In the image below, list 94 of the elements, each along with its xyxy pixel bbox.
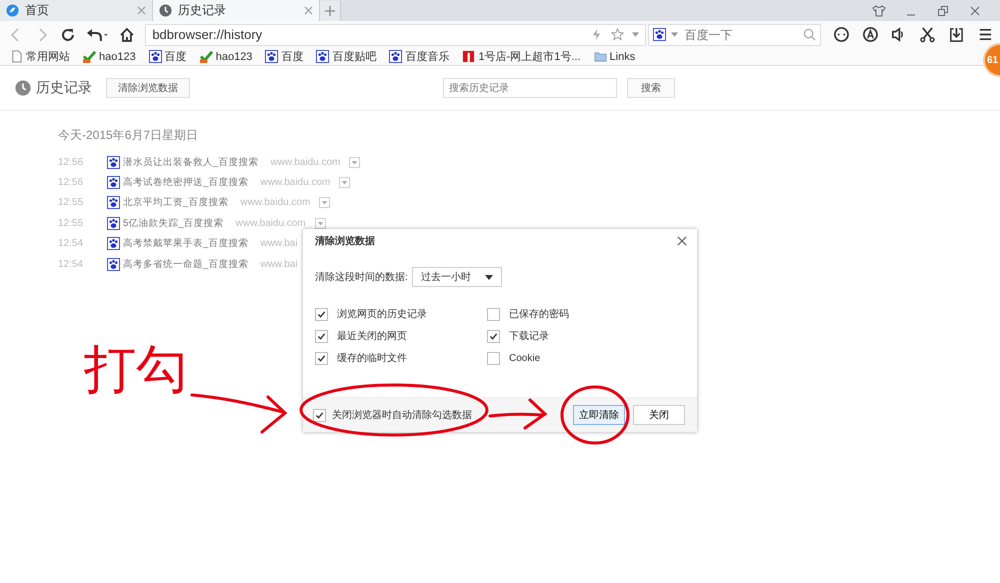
caret-icon[interactable]	[632, 32, 639, 37]
option-label: 关闭浏览器时自动清除勾选数据	[332, 408, 472, 422]
paw-icon	[107, 176, 120, 190]
bookmark-item[interactable]: 1号店-网上超市1号...	[462, 49, 581, 64]
browser-tab[interactable]: 首页	[0, 0, 153, 21]
home-icon[interactable]	[119, 26, 136, 42]
visit-time: 12:56	[58, 156, 84, 168]
scissors-icon[interactable]	[919, 26, 936, 43]
checkmark-logo-icon	[200, 50, 213, 63]
history-link[interactable]: 北京平均工资_百度搜索	[123, 196, 228, 210]
option-label: 下载记录	[509, 330, 549, 343]
search-icon[interactable]	[802, 28, 816, 41]
paw-icon	[107, 196, 120, 210]
visit-time: 12:56	[58, 177, 84, 188]
close-icon[interactable]	[677, 236, 687, 246]
visit-time: 12:54	[58, 258, 84, 270]
history-search-field[interactable]: 搜索历史记录	[443, 78, 617, 98]
date-heading: 今天-2015年6月7日星期日	[58, 127, 200, 144]
folder-icon	[594, 50, 607, 63]
plus-icon[interactable]	[324, 4, 336, 16]
bookmark-item[interactable]: 百度贴吧	[316, 49, 376, 64]
checkmark-logo-icon	[83, 50, 96, 63]
letter-circle-icon[interactable]	[862, 26, 878, 43]
search-input[interactable]: 百度一下	[682, 26, 798, 42]
checkbox[interactable]	[487, 352, 500, 364]
browser-logo-icon	[6, 4, 19, 17]
visit-time: 12:54	[58, 238, 84, 250]
checkbox[interactable]	[313, 408, 326, 422]
address-field[interactable]: bdbrowser://history	[145, 24, 646, 46]
caret-icon	[484, 274, 493, 280]
site-address: www.bai	[260, 238, 298, 250]
chat-icon[interactable]	[832, 26, 850, 43]
undo-icon[interactable]	[86, 26, 110, 42]
bookmark-item[interactable]: 百度	[148, 49, 187, 64]
history-link[interactable]: 高考试卷绝密押送_百度搜索	[123, 176, 248, 190]
checkbox[interactable]	[315, 308, 328, 320]
bookmark-item[interactable]: 百度	[265, 49, 304, 64]
visit-time: 12:55	[58, 197, 84, 208]
checkbox[interactable]	[487, 330, 500, 342]
bookmark-item[interactable]: hao123	[83, 50, 136, 63]
time-range-dropdown[interactable]: 过去一小时	[412, 267, 502, 287]
clock-icon	[159, 4, 172, 17]
clock-icon	[15, 80, 31, 96]
page-title: 历史记录	[36, 79, 92, 97]
history-link[interactable]: 5亿油款失踪_百度搜索	[123, 216, 224, 230]
history-link[interactable]: 高考禁戴苹果手表_百度搜索	[123, 237, 248, 250]
dropdown-icon[interactable]	[349, 156, 360, 168]
visit-time: 12:55	[58, 218, 84, 229]
history-link[interactable]: 潜水员让出装备救人_百度搜索	[123, 156, 258, 169]
checkbox[interactable]	[315, 352, 328, 364]
download-icon[interactable]	[948, 26, 966, 43]
reload-icon[interactable]	[60, 26, 76, 42]
dropdown-icon[interactable]	[314, 218, 326, 229]
search-button[interactable]: 搜索	[627, 78, 675, 98]
site-address: www.baidu.com	[236, 218, 306, 229]
history-link[interactable]: 高考多省统一命题_百度搜索	[123, 258, 248, 271]
dropdown-icon[interactable]	[319, 197, 330, 208]
option-label: 最近关闭的网页	[337, 330, 407, 343]
site-address: www.baidu.com	[260, 177, 330, 188]
dropdown-icon[interactable]	[339, 177, 350, 188]
checkbox[interactable]	[315, 330, 328, 342]
handwritten-note: 打勾	[83, 340, 189, 401]
option-label: 已保存的密码	[509, 308, 569, 321]
option-label: 缓存的临时文件	[337, 352, 407, 365]
menu-icon[interactable]	[977, 26, 994, 43]
paw-icon	[107, 237, 120, 250]
site-address: www.baidu.com	[270, 156, 340, 168]
site-address: www.baidu.com	[240, 197, 310, 208]
restore-icon[interactable]	[936, 4, 950, 18]
dialog-title: 清除浏览数据	[315, 234, 375, 248]
paw-icon	[107, 156, 120, 169]
clear-data-button[interactable]: 清除浏览数据	[106, 78, 190, 98]
annotation-circle	[560, 386, 630, 444]
site-address: www.bai	[260, 258, 298, 270]
paw-icon	[107, 216, 120, 230]
option-label: Cookie	[509, 352, 540, 364]
paw-icon	[652, 28, 666, 41]
bookmark-item[interactable]: 常用网站	[10, 49, 70, 64]
bookmark-item[interactable]: 百度音乐	[389, 49, 450, 64]
star-icon[interactable]	[610, 28, 624, 41]
close-icon[interactable]	[968, 4, 982, 18]
close-button[interactable]: 关闭	[633, 405, 685, 425]
bookmark-item[interactable]: hao123	[200, 50, 252, 63]
browser-tab[interactable]: 历史记录	[153, 0, 320, 21]
search-field[interactable]: 百度一下	[648, 24, 821, 46]
option-label: 浏览网页的历史记录	[337, 308, 427, 321]
new-tab-button[interactable]	[320, 0, 341, 20]
range-label: 清除这段时间的数据:	[315, 270, 408, 284]
shirt-icon[interactable]	[872, 4, 886, 18]
clear-now-button[interactable]: 立即清除	[573, 405, 625, 425]
paw-icon	[107, 258, 120, 271]
bookmark-item[interactable]: Links	[594, 50, 636, 63]
checkbox[interactable]	[487, 308, 500, 320]
caret-icon[interactable]	[670, 32, 678, 37]
